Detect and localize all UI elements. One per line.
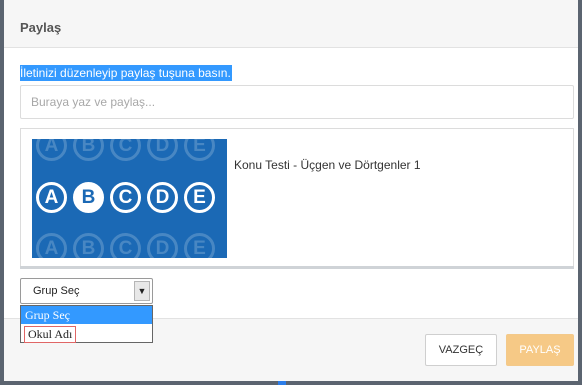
dialog-header: Paylaş [4,0,578,48]
attachment-title[interactable]: Konu Testi - Üçgen ve Dörtgenler 1 [234,158,421,172]
bubble-d-faded-bottom: D [147,233,178,258]
group-select-value: Grup Seç [33,285,80,297]
window-edge-bottom [0,381,582,385]
bubble-c-faded-bottom: C [110,233,141,258]
instruction-text: İletinizi düzenleyip paylaş tuşuna basın… [20,65,232,81]
bubble-a-faded-bottom: A [36,233,67,258]
cancel-button[interactable]: VAZGEÇ [425,334,497,366]
bubble-a: A [36,182,67,213]
share-button[interactable]: PAYLAŞ [506,334,574,366]
chevron-down-icon[interactable]: ▼ [134,281,150,301]
bubble-b-faded-bottom: B [73,233,104,258]
bubble-c-faded: C [110,139,141,161]
bubble-e-faded: E [184,139,215,161]
bubble-c: C [110,182,141,213]
option-okul-adi[interactable]: Okul Adı [24,326,77,343]
bubble-e-faded-bottom: E [184,233,215,258]
attachment-card[interactable]: A B C D E A B C D E A B C D E Konu Testi… [20,128,574,268]
window-edge-right [578,0,582,385]
bubble-e: E [184,182,215,213]
bubble-d-faded: D [147,139,178,161]
share-message-input[interactable] [20,85,574,119]
dialog-title: Paylaş [20,20,62,35]
bubble-a-faded: A [36,139,67,161]
bubble-d: D [147,182,178,213]
attachment-card-divider [20,266,574,269]
group-select[interactable]: Grup Seç ▼ [20,278,153,304]
share-dialog: Paylaş İletinizi düzenleyip paylaş tuşun… [4,0,578,381]
bubble-b-faded: B [73,139,104,161]
group-select-options: Grup Seç Okul Adı [20,305,153,343]
bubble-b-filled: B [73,182,104,213]
test-thumbnail-image: A B C D E A B C D E A B C D E [32,139,227,258]
bottom-edge-mark [278,381,286,385]
option-grup-sec[interactable]: Grup Seç [21,306,152,324]
